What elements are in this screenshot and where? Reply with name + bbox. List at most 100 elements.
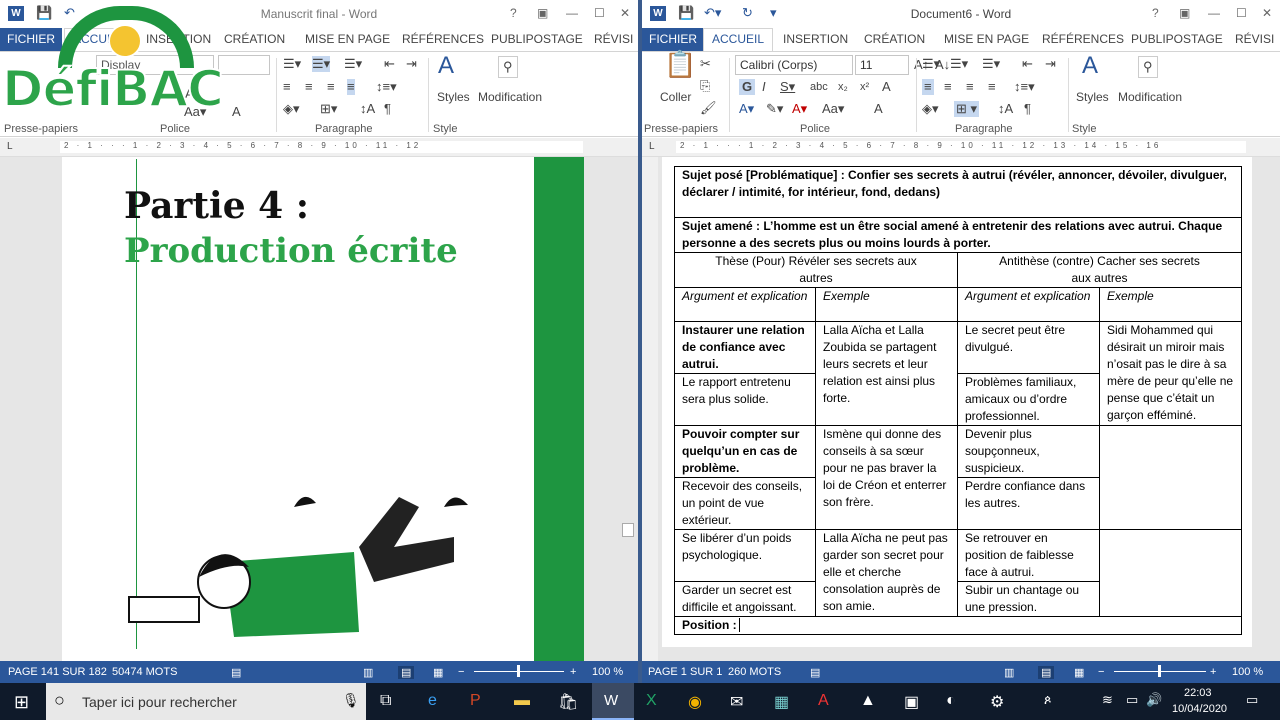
antithese-arg3-expl[interactable]: Subir un chantage ou une pression. — [957, 581, 1100, 617]
zoom-in-icon[interactable]: + — [1210, 666, 1216, 678]
tab-revision[interactable]: RÉVISI — [594, 32, 633, 46]
edge-icon[interactable]: e — [428, 692, 437, 710]
shading-icon[interactable]: ◈▾ — [922, 101, 939, 117]
mail-icon[interactable]: ✉ — [730, 692, 743, 712]
antithese-arg3-title[interactable]: Se retrouver en position de faiblesse fa… — [957, 529, 1100, 582]
superscript-icon[interactable]: x² — [860, 79, 869, 95]
cortana-icon[interactable]: ○ — [54, 690, 65, 711]
close-icon[interactable]: ✕ — [620, 6, 630, 20]
powerpoint-icon[interactable]: P — [470, 692, 481, 710]
microphone-icon[interactable]: 🎙 — [342, 692, 360, 709]
task-view-icon[interactable]: ⧉ — [380, 692, 391, 710]
sort-icon[interactable]: ↕A — [998, 101, 1013, 117]
subscript-icon[interactable]: x₂ — [838, 79, 848, 95]
status-words[interactable]: 50474 MOTS — [112, 666, 177, 678]
status-page[interactable]: PAGE 141 SUR 182 — [8, 666, 107, 678]
highlight-icon[interactable]: ✎▾ — [766, 101, 783, 117]
these-arg2-title[interactable]: Pouvoir compter sur quelqu’un en cas de … — [674, 425, 816, 478]
bullets-icon[interactable]: ☰▾ — [283, 56, 301, 72]
bullets-icon[interactable]: ☰▾ — [922, 56, 940, 72]
styles-icon[interactable]: A — [438, 54, 454, 78]
align-right-icon[interactable]: ≡ — [327, 79, 335, 95]
word-taskbar-item[interactable]: W — [592, 683, 634, 720]
sujet-pose-cell[interactable]: Sujet posé [Problématique] : Confier ses… — [673, 166, 1243, 218]
chrome-icon[interactable]: ◉ — [688, 692, 702, 712]
read-mode-icon[interactable]: ▥ — [363, 666, 373, 679]
scrollbar-thumb[interactable] — [622, 523, 634, 537]
clock-date[interactable]: 10/04/2020 — [1172, 703, 1227, 715]
these-argument-header[interactable]: Argument et explication — [674, 287, 816, 322]
antithese-ex2-empty[interactable] — [1098, 425, 1243, 530]
font-size-select[interactable]: 11 — [855, 55, 909, 75]
align-left-icon[interactable]: ≡ — [922, 79, 934, 95]
tab-references[interactable]: RÉFÉRENCES — [1042, 32, 1124, 46]
tab-accueil[interactable]: ACCUEIL — [703, 28, 774, 52]
font-size-select[interactable] — [218, 55, 270, 75]
align-right-icon[interactable]: ≡ — [966, 79, 974, 95]
vlc-icon[interactable]: ▲ — [860, 692, 876, 710]
zoom-slider-thumb[interactable] — [517, 665, 520, 677]
underline-icon[interactable]: S▾ — [780, 79, 795, 95]
excel-icon[interactable]: X — [646, 692, 657, 710]
borders-icon[interactable]: ⊞ ▾ — [954, 101, 980, 117]
show-marks-icon[interactable]: ¶ — [1024, 101, 1031, 117]
people-icon[interactable]: ጶ — [1044, 692, 1051, 708]
search-box[interactable]: ○ Taper ici pour rechercher 🎙 — [46, 683, 366, 720]
tab-mise-en-page[interactable]: MISE EN PAGE — [944, 32, 1029, 46]
these-ex3[interactable]: Lalla Aïcha ne peut pas garder son secre… — [815, 529, 958, 617]
these-ex2[interactable]: Ismène qui donne des conseils à sa sœur … — [815, 425, 958, 530]
line-spacing-icon[interactable]: ↕≡▾ — [1014, 79, 1035, 95]
these-ex1[interactable]: Lalla Aïcha et Lalla Zoubida se partagen… — [815, 321, 958, 426]
char-border-icon[interactable]: A — [874, 101, 883, 117]
tab-creation[interactable]: CRÉATION — [224, 32, 285, 46]
proofing-icon[interactable]: ▤ — [231, 666, 241, 679]
clear-format-icon[interactable]: A — [882, 79, 891, 95]
decrease-indent-icon[interactable]: ⇤ — [384, 56, 395, 72]
antithese-exemple-header[interactable]: Exemple — [1098, 287, 1243, 322]
acrobat-icon[interactable]: A — [818, 692, 829, 710]
paste-button[interactable]: Coller — [660, 90, 691, 104]
justify-icon[interactable]: ≡ — [347, 79, 355, 95]
web-layout-icon[interactable]: ▦ — [1074, 666, 1084, 679]
numbering-icon[interactable]: ☰▾ — [312, 56, 331, 72]
position-cell[interactable]: Position : — [673, 616, 1243, 635]
app-icon[interactable]: ◐ — [946, 692, 956, 710]
antithese-ex1[interactable]: Sidi Mohammed qui désirait un miroir mai… — [1098, 321, 1243, 426]
these-exemple-header[interactable]: Exemple — [815, 287, 958, 322]
close-icon[interactable]: ✕ — [1262, 6, 1272, 20]
these-arg3-expl[interactable]: Garder un secret est difficile et angois… — [674, 581, 816, 617]
zoom-out-icon[interactable]: − — [458, 666, 464, 678]
tab-creation[interactable]: CRÉATION — [864, 32, 925, 46]
minimize-icon[interactable]: — — [1208, 6, 1220, 20]
modification-button[interactable]: Modification — [1118, 90, 1182, 104]
tab-publipostage[interactable]: PUBLIPOSTAGE — [491, 32, 583, 46]
format-painter-icon[interactable]: 🖌 — [700, 100, 717, 116]
paste-icon[interactable]: 📋 — [664, 51, 696, 77]
horizontal-ruler[interactable]: L 2 · 1 · · · 1 · 2 · 3 · 4 · 5 · 6 · 7 … — [642, 138, 1280, 157]
zoom-out-icon[interactable]: − — [1098, 666, 1104, 678]
numbering-icon[interactable]: ☰▾ — [950, 56, 968, 72]
tab-selector-icon[interactable]: L — [7, 141, 13, 152]
status-page[interactable]: PAGE 1 SUR 1 — [648, 666, 722, 678]
styles-button[interactable]: Styles — [1076, 90, 1109, 104]
zoom-level[interactable]: 100 % — [592, 666, 623, 678]
sujet-amene-cell[interactable]: Sujet amené : L’homme est un être social… — [673, 217, 1243, 253]
multilevel-icon[interactable]: ☰▾ — [982, 56, 1000, 72]
multilevel-icon[interactable]: ☰▾ — [344, 56, 362, 72]
show-marks-icon[interactable]: ¶ — [384, 101, 391, 117]
these-arg3-title[interactable]: Se libérer d’un poids psychologique. — [674, 529, 816, 582]
tab-selector-icon[interactable]: L — [649, 141, 655, 152]
document-area[interactable]: Partie 4 : Production écrite — [0, 157, 638, 661]
help-icon[interactable]: ? — [1152, 6, 1159, 20]
antithese-arg2-expl[interactable]: Perdre confiance dans les autres. — [957, 477, 1100, 530]
tab-insertion[interactable]: INSERTION — [783, 32, 848, 46]
sort-icon[interactable]: ↕A — [360, 101, 375, 117]
line-spacing-icon[interactable]: ↕≡▾ — [376, 79, 397, 95]
justify-icon[interactable]: ≡ — [988, 79, 996, 95]
strikethrough-icon[interactable]: abc — [810, 79, 828, 95]
bold-icon[interactable]: G — [739, 79, 756, 95]
antithese-argument-header[interactable]: Argument et explication — [957, 287, 1100, 322]
wifi-icon[interactable]: ≋ — [1102, 692, 1113, 708]
zoom-in-icon[interactable]: + — [570, 666, 576, 678]
notification-icon[interactable]: ▭ — [1246, 692, 1258, 708]
